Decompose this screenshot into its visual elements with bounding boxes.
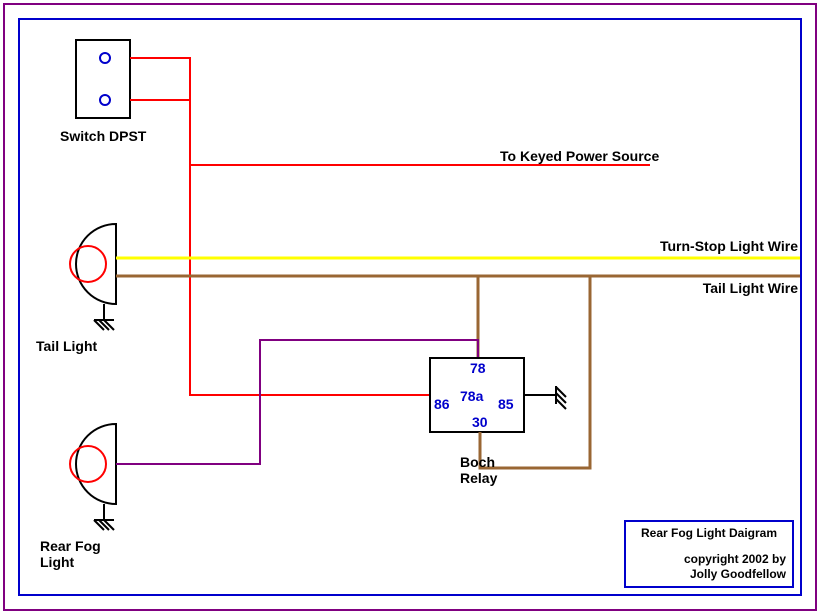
label-rear-fog-2: Light: [40, 554, 74, 570]
label-relay-2: Relay: [460, 470, 497, 486]
relay-pin-85: 85: [498, 396, 514, 412]
label-rear-fog-1: Rear Fog: [40, 538, 101, 554]
info-copyright-2: Jolly Goodfellow: [632, 567, 786, 583]
label-relay-1: Boch: [460, 454, 495, 470]
info-title: Rear Fog Light Daigram: [632, 526, 786, 542]
relay-pin-78a: 78a: [460, 388, 483, 404]
relay-pin-30: 30: [472, 414, 488, 430]
relay-pin-86: 86: [434, 396, 450, 412]
label-keyed-power: To Keyed Power Source: [500, 148, 659, 164]
inner-border: [18, 18, 802, 596]
label-switch: Switch DPST: [60, 128, 146, 144]
label-tail-wire: Tail Light Wire: [703, 280, 798, 296]
info-box: Rear Fog Light Daigram copyright 2002 by…: [624, 520, 794, 588]
relay-pin-78: 78: [470, 360, 486, 376]
label-turn-stop: Turn-Stop Light Wire: [660, 238, 798, 254]
info-copyright-1: copyright 2002 by: [632, 552, 786, 568]
label-tail-light: Tail Light: [36, 338, 97, 354]
